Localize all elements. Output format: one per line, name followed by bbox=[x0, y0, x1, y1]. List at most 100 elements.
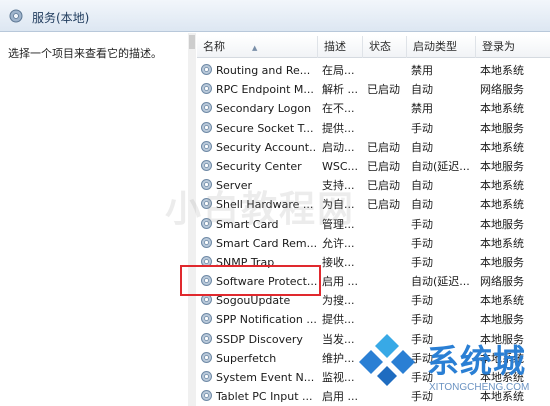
cell-startup: 自动(延迟... bbox=[411, 275, 470, 289]
cell-name: Tablet PC Input ... bbox=[197, 387, 317, 406]
cell-logon: 网络服务 bbox=[480, 83, 524, 97]
cell-startup: 禁用 bbox=[411, 102, 433, 116]
cell-name: Superfetch bbox=[197, 349, 317, 368]
cell-status bbox=[363, 61, 407, 80]
service-gear-icon bbox=[200, 121, 216, 135]
cell-startup: 自动(延迟... bbox=[411, 159, 470, 173]
column-header-desc[interactable]: 描述 bbox=[318, 36, 363, 58]
service-gear-icon bbox=[200, 83, 216, 96]
cell-status bbox=[363, 291, 407, 310]
cell-startup: 自动 bbox=[411, 198, 433, 212]
cell-startup: 禁用 bbox=[411, 64, 433, 77]
table-row[interactable]: Secondary Logon 在不... 禁用 本地系统 bbox=[197, 99, 550, 118]
cell-name: RPC Endpoint M... bbox=[197, 80, 317, 99]
service-gear-icon bbox=[200, 159, 216, 173]
cell-status bbox=[363, 99, 407, 118]
cell-status bbox=[363, 272, 407, 291]
cell-logon: 本地系统 bbox=[480, 140, 524, 154]
cell-startup: 自动 bbox=[411, 140, 433, 154]
window-title: 服务(本地) bbox=[32, 11, 90, 25]
cell-logon: 本地系统 bbox=[480, 236, 524, 250]
cell-desc: 为搜... bbox=[322, 294, 355, 308]
cell-status bbox=[363, 234, 407, 253]
cell-status: 已启动 bbox=[367, 179, 400, 193]
brand-url: XITONGCHENG.COM bbox=[429, 382, 530, 393]
cell-name: System Event N... bbox=[197, 368, 317, 387]
cell-name: SSDP Discovery bbox=[197, 330, 317, 349]
brand-watermark: 系统城 XITONGCHENG.COM bbox=[355, 330, 550, 406]
cell-desc: WSC... bbox=[322, 159, 359, 173]
sort-ascending-icon: ▲ bbox=[252, 44, 258, 52]
table-row[interactable]: Security Account... 启动... 已启动 自动 本地系统 bbox=[197, 138, 550, 157]
cell-desc: 解析 ... bbox=[322, 83, 358, 97]
cell-desc: 提供... bbox=[322, 313, 355, 327]
cell-status bbox=[363, 119, 407, 138]
highlight-box bbox=[180, 265, 321, 296]
service-gear-icon bbox=[200, 371, 216, 384]
cell-name: Security Account... bbox=[197, 138, 317, 157]
service-gear-icon bbox=[200, 313, 216, 326]
services-gear-icon bbox=[9, 9, 23, 23]
cell-desc: 接收... bbox=[322, 255, 355, 269]
service-gear-icon bbox=[200, 390, 216, 403]
service-gear-icon bbox=[200, 332, 216, 346]
cell-startup: 手动 bbox=[411, 121, 433, 135]
service-gear-icon bbox=[200, 64, 216, 77]
cell-name: SPP Notification ... bbox=[197, 310, 317, 329]
cell-logon: 本地系统 bbox=[480, 179, 524, 193]
cell-startup: 手动 bbox=[411, 313, 433, 327]
cell-name: Secondary Logon bbox=[197, 99, 317, 118]
cell-name: Secure Socket T... bbox=[197, 119, 317, 138]
cell-status: 已启动 bbox=[367, 159, 400, 173]
cell-logon: 本地服务 bbox=[480, 255, 524, 269]
cell-startup: 手动 bbox=[411, 255, 433, 269]
cell-desc: 启用 ... bbox=[322, 275, 358, 289]
cell-status bbox=[363, 310, 407, 329]
service-gear-icon bbox=[200, 294, 216, 307]
column-header-status[interactable]: 状态 bbox=[363, 36, 407, 58]
table-row[interactable]: SPP Notification ... 提供... 手动 本地服务 bbox=[197, 310, 550, 329]
service-gear-icon bbox=[200, 351, 216, 365]
table-row[interactable]: Secure Socket T... 提供... 手动 本地服务 bbox=[197, 119, 550, 138]
cell-desc: 在不... bbox=[322, 102, 355, 116]
cell-logon: 本地系统 bbox=[480, 64, 524, 77]
cell-status: 已启动 bbox=[367, 140, 400, 154]
cell-status: 已启动 bbox=[367, 83, 400, 97]
brand-name: 系统城 bbox=[427, 342, 527, 380]
service-gear-icon bbox=[200, 102, 216, 115]
description-text: 选择一个项目来查看它的描述。 bbox=[8, 47, 162, 60]
cell-status bbox=[363, 253, 407, 272]
table-row[interactable]: Routing and Re... 在局... 禁用 本地系统 bbox=[197, 61, 550, 80]
cell-desc: 在局... bbox=[322, 64, 355, 77]
cell-desc: 允许... bbox=[322, 236, 355, 250]
cell-name: Routing and Re... bbox=[197, 61, 317, 80]
cell-logon: 网络服务 bbox=[480, 275, 524, 289]
column-header-name[interactable]: 名称 ▲ bbox=[197, 36, 318, 58]
diamond-logo-icon bbox=[359, 334, 415, 386]
cell-desc: 启动... bbox=[322, 140, 355, 154]
cell-logon: 本地系统 bbox=[480, 294, 524, 308]
table-row[interactable]: RPC Endpoint M... 解析 ... 已启动 自动 网络服务 bbox=[197, 80, 550, 99]
cell-logon: 本地服务 bbox=[480, 121, 524, 135]
table-header: 名称 ▲ 描述 状态 启动类型 登录为 bbox=[197, 36, 550, 58]
table-row[interactable]: Smart Card Rem... 允许... 手动 本地系统 bbox=[197, 234, 550, 253]
cell-desc: 提供... bbox=[322, 121, 355, 135]
cell-startup: 自动 bbox=[411, 179, 433, 193]
window-title-bar: 服务(本地) bbox=[0, 0, 550, 32]
cell-status bbox=[363, 215, 407, 234]
cell-name: Smart Card Rem... bbox=[197, 234, 317, 253]
service-gear-icon bbox=[200, 140, 216, 154]
cell-startup: 手动 bbox=[411, 217, 433, 231]
service-gear-icon bbox=[200, 236, 216, 250]
cell-startup: 自动 bbox=[411, 83, 433, 97]
cell-logon: 本地服务 bbox=[480, 313, 524, 327]
cell-startup: 手动 bbox=[411, 236, 433, 250]
watermark-text: 小白教程网 bbox=[165, 189, 356, 230]
column-header-startup[interactable]: 启动类型 bbox=[407, 36, 476, 58]
cell-startup: 手动 bbox=[411, 294, 433, 308]
column-header-logon[interactable]: 登录为 bbox=[476, 36, 550, 58]
cell-logon: 本地服务 bbox=[480, 159, 524, 173]
cell-logon: 本地系统 bbox=[480, 102, 524, 116]
table-row[interactable]: Security Center WSC... 已启动 自动(延迟... 本地服务 bbox=[197, 157, 550, 176]
cell-logon: 本地系统 bbox=[480, 198, 524, 212]
